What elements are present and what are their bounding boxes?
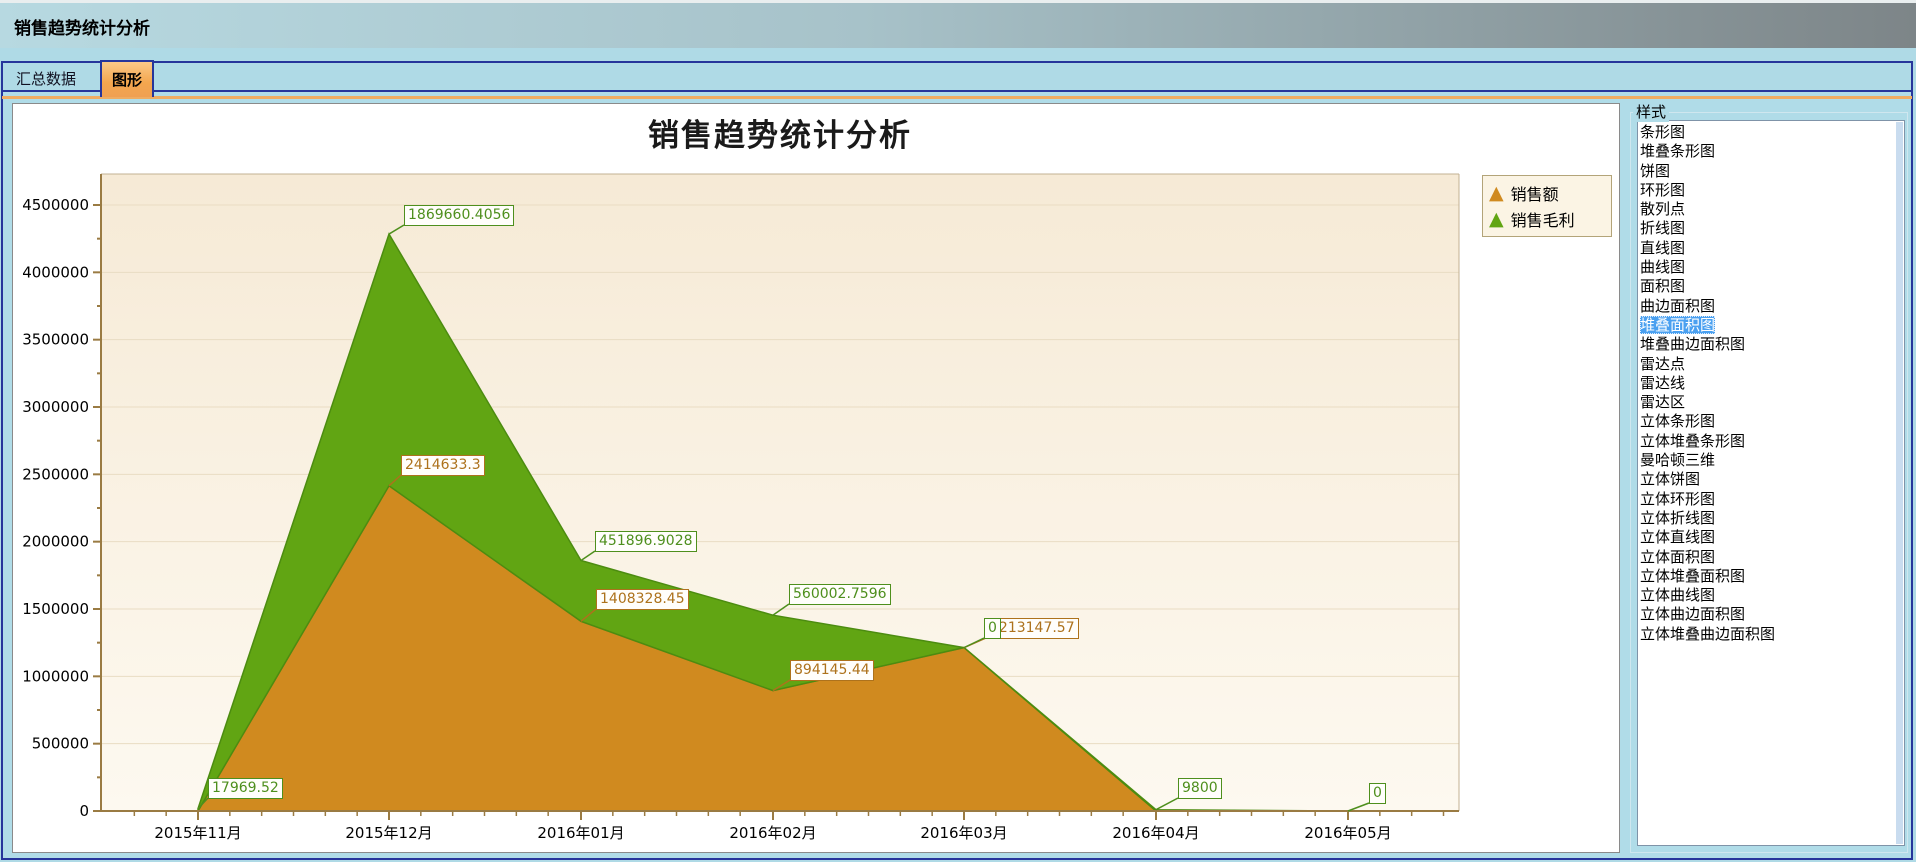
style-option[interactable]: 立体堆叠面积图 xyxy=(1640,567,1904,586)
svg-text:2016年01月: 2016年01月 xyxy=(537,824,624,842)
chart-panel: 销售趋势统计分析 0500000100000015000002000000250… xyxy=(12,103,1620,853)
style-option[interactable]: 立体堆叠曲边面积图 xyxy=(1640,625,1904,644)
svg-text:2015年12月: 2015年12月 xyxy=(345,824,432,842)
svg-text:3000000: 3000000 xyxy=(22,398,89,416)
style-option[interactable]: 直线图 xyxy=(1640,239,1904,258)
svg-text:500000: 500000 xyxy=(32,735,89,753)
tab-page-top-rule xyxy=(2,96,1912,99)
style-listbox[interactable]: 条形图堆叠条形图饼图环形图散列点折线图直线图曲线图面积图曲边面积图堆叠面积图堆叠… xyxy=(1637,120,1905,846)
tab-strip xyxy=(1,61,1913,92)
style-option[interactable]: 立体折线图 xyxy=(1640,509,1904,528)
svg-text:1500000: 1500000 xyxy=(22,600,89,618)
data-point-label: 2414633.3 xyxy=(401,455,485,476)
style-option[interactable]: 立体曲线图 xyxy=(1640,586,1904,605)
svg-text:2016年02月: 2016年02月 xyxy=(729,824,816,842)
style-option[interactable]: 折线图 xyxy=(1640,219,1904,238)
svg-text:3500000: 3500000 xyxy=(22,331,89,349)
legend-item: ▲ 销售毛利 xyxy=(1489,206,1605,232)
data-point-label: 1869660.4056 xyxy=(404,205,514,226)
svg-text:1000000: 1000000 xyxy=(22,667,89,685)
window-title-bar: 销售趋势统计分析 xyxy=(0,0,1916,48)
legend-triangle-icon: ▲ xyxy=(1489,210,1504,229)
app-window: 销售趋势统计分析 汇总数据 图形 销售趋势统计分析 05000001000000… xyxy=(0,0,1916,862)
style-option[interactable]: 立体环形图 xyxy=(1640,490,1904,509)
style-option[interactable]: 曲边面积图 xyxy=(1640,297,1904,316)
window-title: 销售趋势统计分析 xyxy=(14,14,150,39)
style-option[interactable]: 立体曲边面积图 xyxy=(1640,605,1904,624)
data-point-label: 451896.9028 xyxy=(595,531,697,552)
style-option[interactable]: 雷达线 xyxy=(1640,374,1904,393)
trend-area-chart: 0 500000 1000000 1500000 2000000 2500000 30000… xyxy=(13,104,1619,852)
svg-text:0: 0 xyxy=(79,802,89,820)
style-group-label: 样式 xyxy=(1633,101,1669,122)
style-option[interactable]: 环形图 xyxy=(1640,181,1904,200)
style-option[interactable]: 立体条形图 xyxy=(1640,412,1904,431)
svg-text:2015年11月: 2015年11月 xyxy=(154,824,241,842)
style-option[interactable]: 曲线图 xyxy=(1640,258,1904,277)
chart-legend: ▲ 销售额 ▲ 销售毛利 xyxy=(1482,175,1612,237)
style-option[interactable]: 雷达区 xyxy=(1640,393,1904,412)
style-option[interactable]: 堆叠条形图 xyxy=(1640,142,1904,161)
data-point-label: 0 xyxy=(984,618,1001,639)
data-point-label: 894145.44 xyxy=(790,660,874,681)
legend-label: 销售额 xyxy=(1511,181,1559,205)
listbox-scrollbar[interactable] xyxy=(1896,122,1903,844)
style-option[interactable]: 条形图 xyxy=(1640,123,1904,142)
svg-text:2016年04月: 2016年04月 xyxy=(1112,824,1199,842)
svg-text:4500000: 4500000 xyxy=(22,196,89,214)
legend-item: ▲ 销售额 xyxy=(1489,180,1605,206)
data-point-label: 9800 xyxy=(1178,778,1222,799)
style-option[interactable]: 立体面积图 xyxy=(1640,548,1904,567)
data-point-label: 0 xyxy=(1369,783,1386,804)
svg-text:2000000: 2000000 xyxy=(22,533,89,551)
style-option-selected[interactable]: 堆叠面积图 xyxy=(1640,316,1904,335)
svg-text:2016年05月: 2016年05月 xyxy=(1304,824,1391,842)
style-option[interactable]: 立体直线图 xyxy=(1640,528,1904,547)
style-option[interactable]: 饼图 xyxy=(1640,162,1904,181)
svg-text:2500000: 2500000 xyxy=(22,465,89,483)
style-option[interactable]: 立体堆叠条形图 xyxy=(1640,432,1904,451)
style-option[interactable]: 雷达点 xyxy=(1640,355,1904,374)
tab-graph[interactable]: 图形 xyxy=(100,60,154,97)
style-option[interactable]: 面积图 xyxy=(1640,277,1904,296)
legend-label: 销售毛利 xyxy=(1511,207,1575,231)
style-option[interactable]: 立体饼图 xyxy=(1640,470,1904,489)
tab-summary-data[interactable]: 汇总数据 xyxy=(12,66,80,91)
style-option[interactable]: 散列点 xyxy=(1640,200,1904,219)
style-option[interactable]: 堆叠曲边面积图 xyxy=(1640,335,1904,354)
data-point-label: 17969.52 xyxy=(208,778,283,799)
style-option[interactable]: 曼哈顿三维 xyxy=(1640,451,1904,470)
svg-text:4000000: 4000000 xyxy=(22,263,89,281)
data-point-label: 560002.7596 xyxy=(789,584,891,605)
legend-triangle-icon: ▲ xyxy=(1489,184,1504,203)
svg-text:2016年03月: 2016年03月 xyxy=(920,824,1007,842)
data-point-label: 1408328.45 xyxy=(596,589,689,610)
